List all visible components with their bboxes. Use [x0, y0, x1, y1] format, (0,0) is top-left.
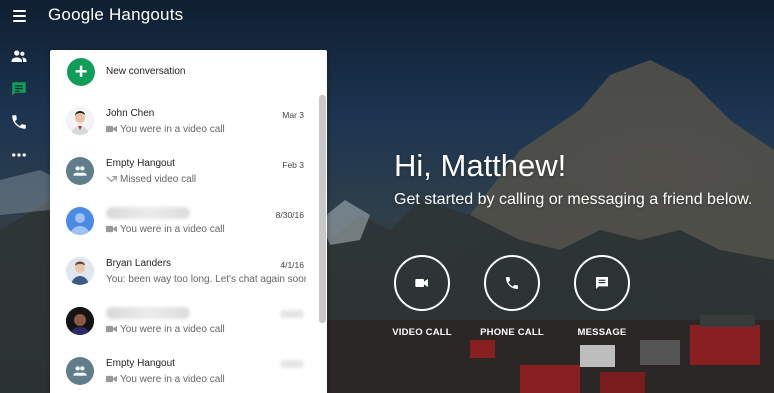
conversation-snippet-text: You were in a video call	[120, 374, 225, 385]
conversation-name: Empty Hangout	[106, 358, 175, 369]
conversation-snippet-text: You: been way too long. Let's chat again…	[106, 274, 306, 285]
conversation-item-john-chen[interactable]: John Chen Mar 3 You were in a video call	[50, 100, 318, 150]
greeting-subtitle: Get started by calling or messaging a fr…	[394, 191, 753, 208]
conversation-snippet-text: Missed video call	[120, 174, 197, 185]
menu-button[interactable]	[8, 5, 30, 27]
app-title: Google Hangouts	[48, 5, 184, 24]
video-icon	[106, 326, 117, 333]
contacts-icon	[11, 50, 27, 62]
person-photo-icon	[66, 107, 94, 135]
conversation-date: 4/1/16	[280, 260, 304, 270]
conversation-date: Feb 3	[282, 160, 304, 170]
video-icon	[415, 279, 428, 287]
menu-bar	[12, 15, 26, 17]
conversation-snippet: You: been way too long. Let's chat again…	[106, 274, 306, 285]
conversation-list-scrollbar[interactable]	[319, 95, 326, 323]
more-horiz-icon	[12, 153, 26, 157]
person-photo-icon	[66, 257, 94, 285]
conversation-snippet: You were in a video call	[106, 124, 306, 135]
conversation-snippet-text: You were in a video call	[120, 324, 225, 335]
rail-phone[interactable]	[9, 112, 29, 132]
chat-icon	[12, 82, 26, 96]
avatar	[66, 257, 94, 285]
video-call-label: VIDEO CALL	[392, 327, 452, 338]
conversation-date: Mar 3	[282, 110, 304, 120]
phone-call-label: PHONE CALL	[480, 327, 544, 338]
conversation-panel: + New conversation John Chen Mar 3 You w…	[50, 50, 327, 393]
phone-icon	[506, 277, 518, 289]
rail-contacts[interactable]	[9, 46, 29, 66]
avatar	[66, 307, 94, 335]
new-conversation-label: New conversation	[106, 66, 186, 77]
default-person-icon	[70, 213, 90, 235]
message-button[interactable]	[574, 255, 630, 311]
phone-call-button[interactable]	[484, 255, 540, 311]
greeting-title: Hi, Matthew!	[394, 148, 567, 183]
rail-more[interactable]	[9, 145, 29, 165]
phone-icon	[12, 115, 26, 129]
conversation-item-bryan-landers[interactable]: Bryan Landers 4/1/16 You: been way too l…	[50, 250, 318, 300]
menu-bar	[12, 20, 26, 22]
conversation-snippet: You were in a video call	[106, 224, 306, 235]
conversation-item-redacted[interactable]: You were in a video call	[50, 300, 318, 350]
video-icon	[106, 376, 117, 383]
group-icon	[73, 166, 87, 176]
missed-call-icon	[106, 176, 117, 183]
conversation-name: Empty Hangout	[106, 158, 175, 169]
person-photo-icon	[66, 307, 94, 335]
menu-bar	[12, 10, 26, 12]
video-icon	[106, 226, 117, 233]
message-icon	[596, 277, 608, 289]
conversation-item-empty-hangout[interactable]: Empty Hangout Feb 3 Missed video call	[50, 150, 318, 200]
avatar	[66, 207, 94, 235]
conversation-date: 8/30/16	[275, 210, 304, 220]
conversation-name: John Chen	[106, 108, 155, 119]
message-label: MESSAGE	[577, 327, 627, 338]
conversation-item-empty-hangout[interactable]: Empty Hangout You were in a video call	[50, 350, 318, 393]
conversation-item-redacted[interactable]: 8/30/16 You were in a video call	[50, 200, 318, 250]
conversation-snippet-text: You were in a video call	[120, 224, 225, 235]
rail-conversations[interactable]	[9, 79, 29, 99]
video-icon	[106, 126, 117, 133]
avatar	[66, 157, 94, 185]
conversation-name: Bryan Landers	[106, 258, 172, 269]
group-icon	[73, 366, 87, 376]
redacted-name	[106, 207, 190, 219]
redacted-date	[280, 310, 304, 318]
plus-icon: +	[67, 58, 95, 86]
new-conversation-button[interactable]: + New conversation	[50, 50, 327, 95]
redacted-date	[280, 360, 304, 368]
conversation-snippet: You were in a video call	[106, 374, 306, 385]
conversation-snippet: Missed video call	[106, 174, 306, 185]
redacted-name	[106, 307, 190, 319]
avatar	[66, 107, 94, 135]
conversation-snippet: You were in a video call	[106, 324, 306, 335]
conversation-snippet-text: You were in a video call	[120, 124, 225, 135]
video-call-button[interactable]	[394, 255, 450, 311]
avatar	[66, 357, 94, 385]
